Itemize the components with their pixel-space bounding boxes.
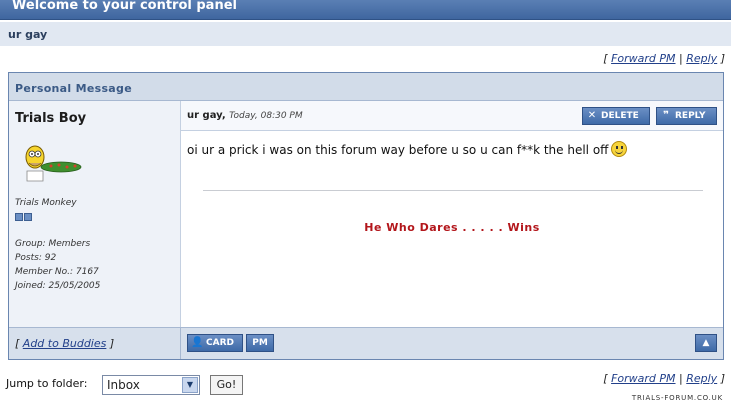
card-button[interactable]: 👤 CARD xyxy=(187,334,243,352)
delete-label: DELETE xyxy=(601,111,639,121)
back-to-top-button[interactable]: ▲ xyxy=(695,334,717,352)
bracket-close: ] xyxy=(720,52,725,65)
signature-divider xyxy=(203,190,703,191)
pm-label: PM xyxy=(252,338,268,348)
link-separator: | xyxy=(679,372,683,385)
reply-button[interactable]: ❞ REPLY xyxy=(656,107,717,125)
smiley-icon xyxy=(611,141,628,157)
arrow-up-icon: ▲ xyxy=(702,338,710,348)
delete-button[interactable]: ✕ DELETE xyxy=(582,107,650,125)
message-subject: ur gay xyxy=(187,110,222,121)
member-group: Group: Members xyxy=(15,239,91,249)
reply-link-bottom[interactable]: Reply xyxy=(686,372,717,385)
author-column: Trials Boy Trials Monkey Group: Members … xyxy=(9,101,181,327)
pm-box-title: Personal Message xyxy=(9,73,723,101)
forward-pm-link[interactable]: Forward PM xyxy=(611,52,675,65)
rank-pip xyxy=(15,213,23,221)
message-body: oi ur a prick i was on this forum way be… xyxy=(187,141,628,157)
bottom-links: [ Forward PM | Reply ] xyxy=(603,372,725,385)
jump-to-folder-label: Jump to folder: xyxy=(6,377,88,390)
bracket-open: [ xyxy=(603,372,608,385)
author-name: Trials Boy xyxy=(15,111,87,126)
reply-link[interactable]: Reply xyxy=(686,52,717,65)
message-column: ur gay, Today, 08:30 PM ✕ DELETE ❞ REPLY o… xyxy=(181,101,723,327)
personal-message-box: Personal Message Trials Boy Trials Monke… xyxy=(8,72,724,360)
top-links: [ Forward PM | Reply ] xyxy=(603,52,725,65)
link-separator: | xyxy=(679,52,683,65)
quote-icon: ❞ xyxy=(663,110,669,121)
subject-bar: ur gay xyxy=(0,22,731,46)
member-joined: Joined: 25/05/2005 xyxy=(15,281,101,291)
bracket-close: ] xyxy=(109,337,115,350)
message-footer: 👤 CARD PM ▲ xyxy=(181,327,723,359)
chevron-down-icon: ▼ xyxy=(182,377,198,393)
page-title: Welcome to your control panel xyxy=(12,0,237,13)
bracket-open: [ xyxy=(603,52,608,65)
author-footer: [ Add to Buddies ] xyxy=(9,327,181,359)
rank-pips xyxy=(15,211,33,224)
message-subject-line: ur gay, Today, 08:30 PM xyxy=(187,110,303,121)
member-title: Trials Monkey xyxy=(15,198,77,208)
site-footer: TRIALS-FORUM.CO.UK xyxy=(631,394,723,402)
add-to-buddies-link[interactable]: Add to Buddies xyxy=(23,337,107,350)
member-info: Group: Members Posts: 92 Member No.: 716… xyxy=(15,237,100,293)
message-header: ur gay, Today, 08:30 PM ✕ DELETE ❞ REPLY xyxy=(181,101,723,131)
avatar xyxy=(25,145,82,182)
folder-select[interactable]: Inbox ▼ xyxy=(102,375,200,395)
user-icon: 👤 xyxy=(191,337,204,348)
bracket-close: ] xyxy=(720,372,725,385)
signature: He Who Dares . . . . . Wins xyxy=(364,221,540,234)
reply-label: REPLY xyxy=(675,111,706,121)
card-label: CARD xyxy=(206,338,234,348)
bracket-open: [ xyxy=(15,337,20,350)
forward-pm-link-bottom[interactable]: Forward PM xyxy=(611,372,675,385)
message-text: oi ur a prick i was on this forum way be… xyxy=(187,143,609,157)
member-posts: Posts: 92 xyxy=(15,253,57,263)
member-number: Member No.: 7167 xyxy=(15,267,99,277)
rank-pip xyxy=(24,213,32,221)
message-date: Today, 08:30 PM xyxy=(229,111,303,121)
pm-button[interactable]: PM xyxy=(246,334,274,352)
folder-selected-value: Inbox xyxy=(107,378,140,392)
go-button[interactable]: Go! xyxy=(210,375,243,395)
subject-text: ur gay xyxy=(8,28,48,41)
x-icon: ✕ xyxy=(587,110,597,121)
page-header: Welcome to your control panel xyxy=(0,0,731,20)
